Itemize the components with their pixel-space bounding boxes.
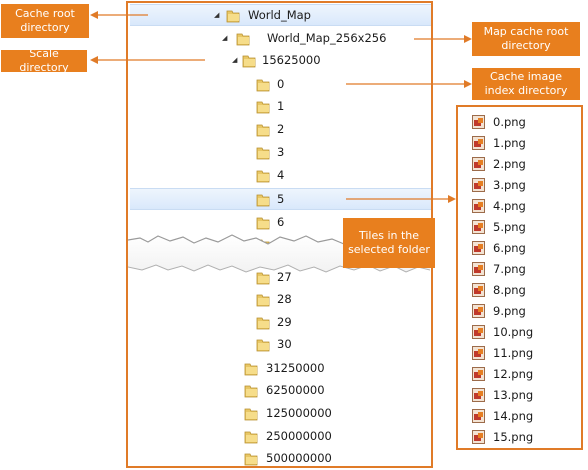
callout-arrows [90, 11, 472, 203]
arrow-head [464, 80, 472, 88]
arrow-head [90, 11, 98, 19]
arrow-head [448, 195, 456, 203]
arrow-head [464, 35, 472, 43]
arrow-head [90, 56, 98, 64]
